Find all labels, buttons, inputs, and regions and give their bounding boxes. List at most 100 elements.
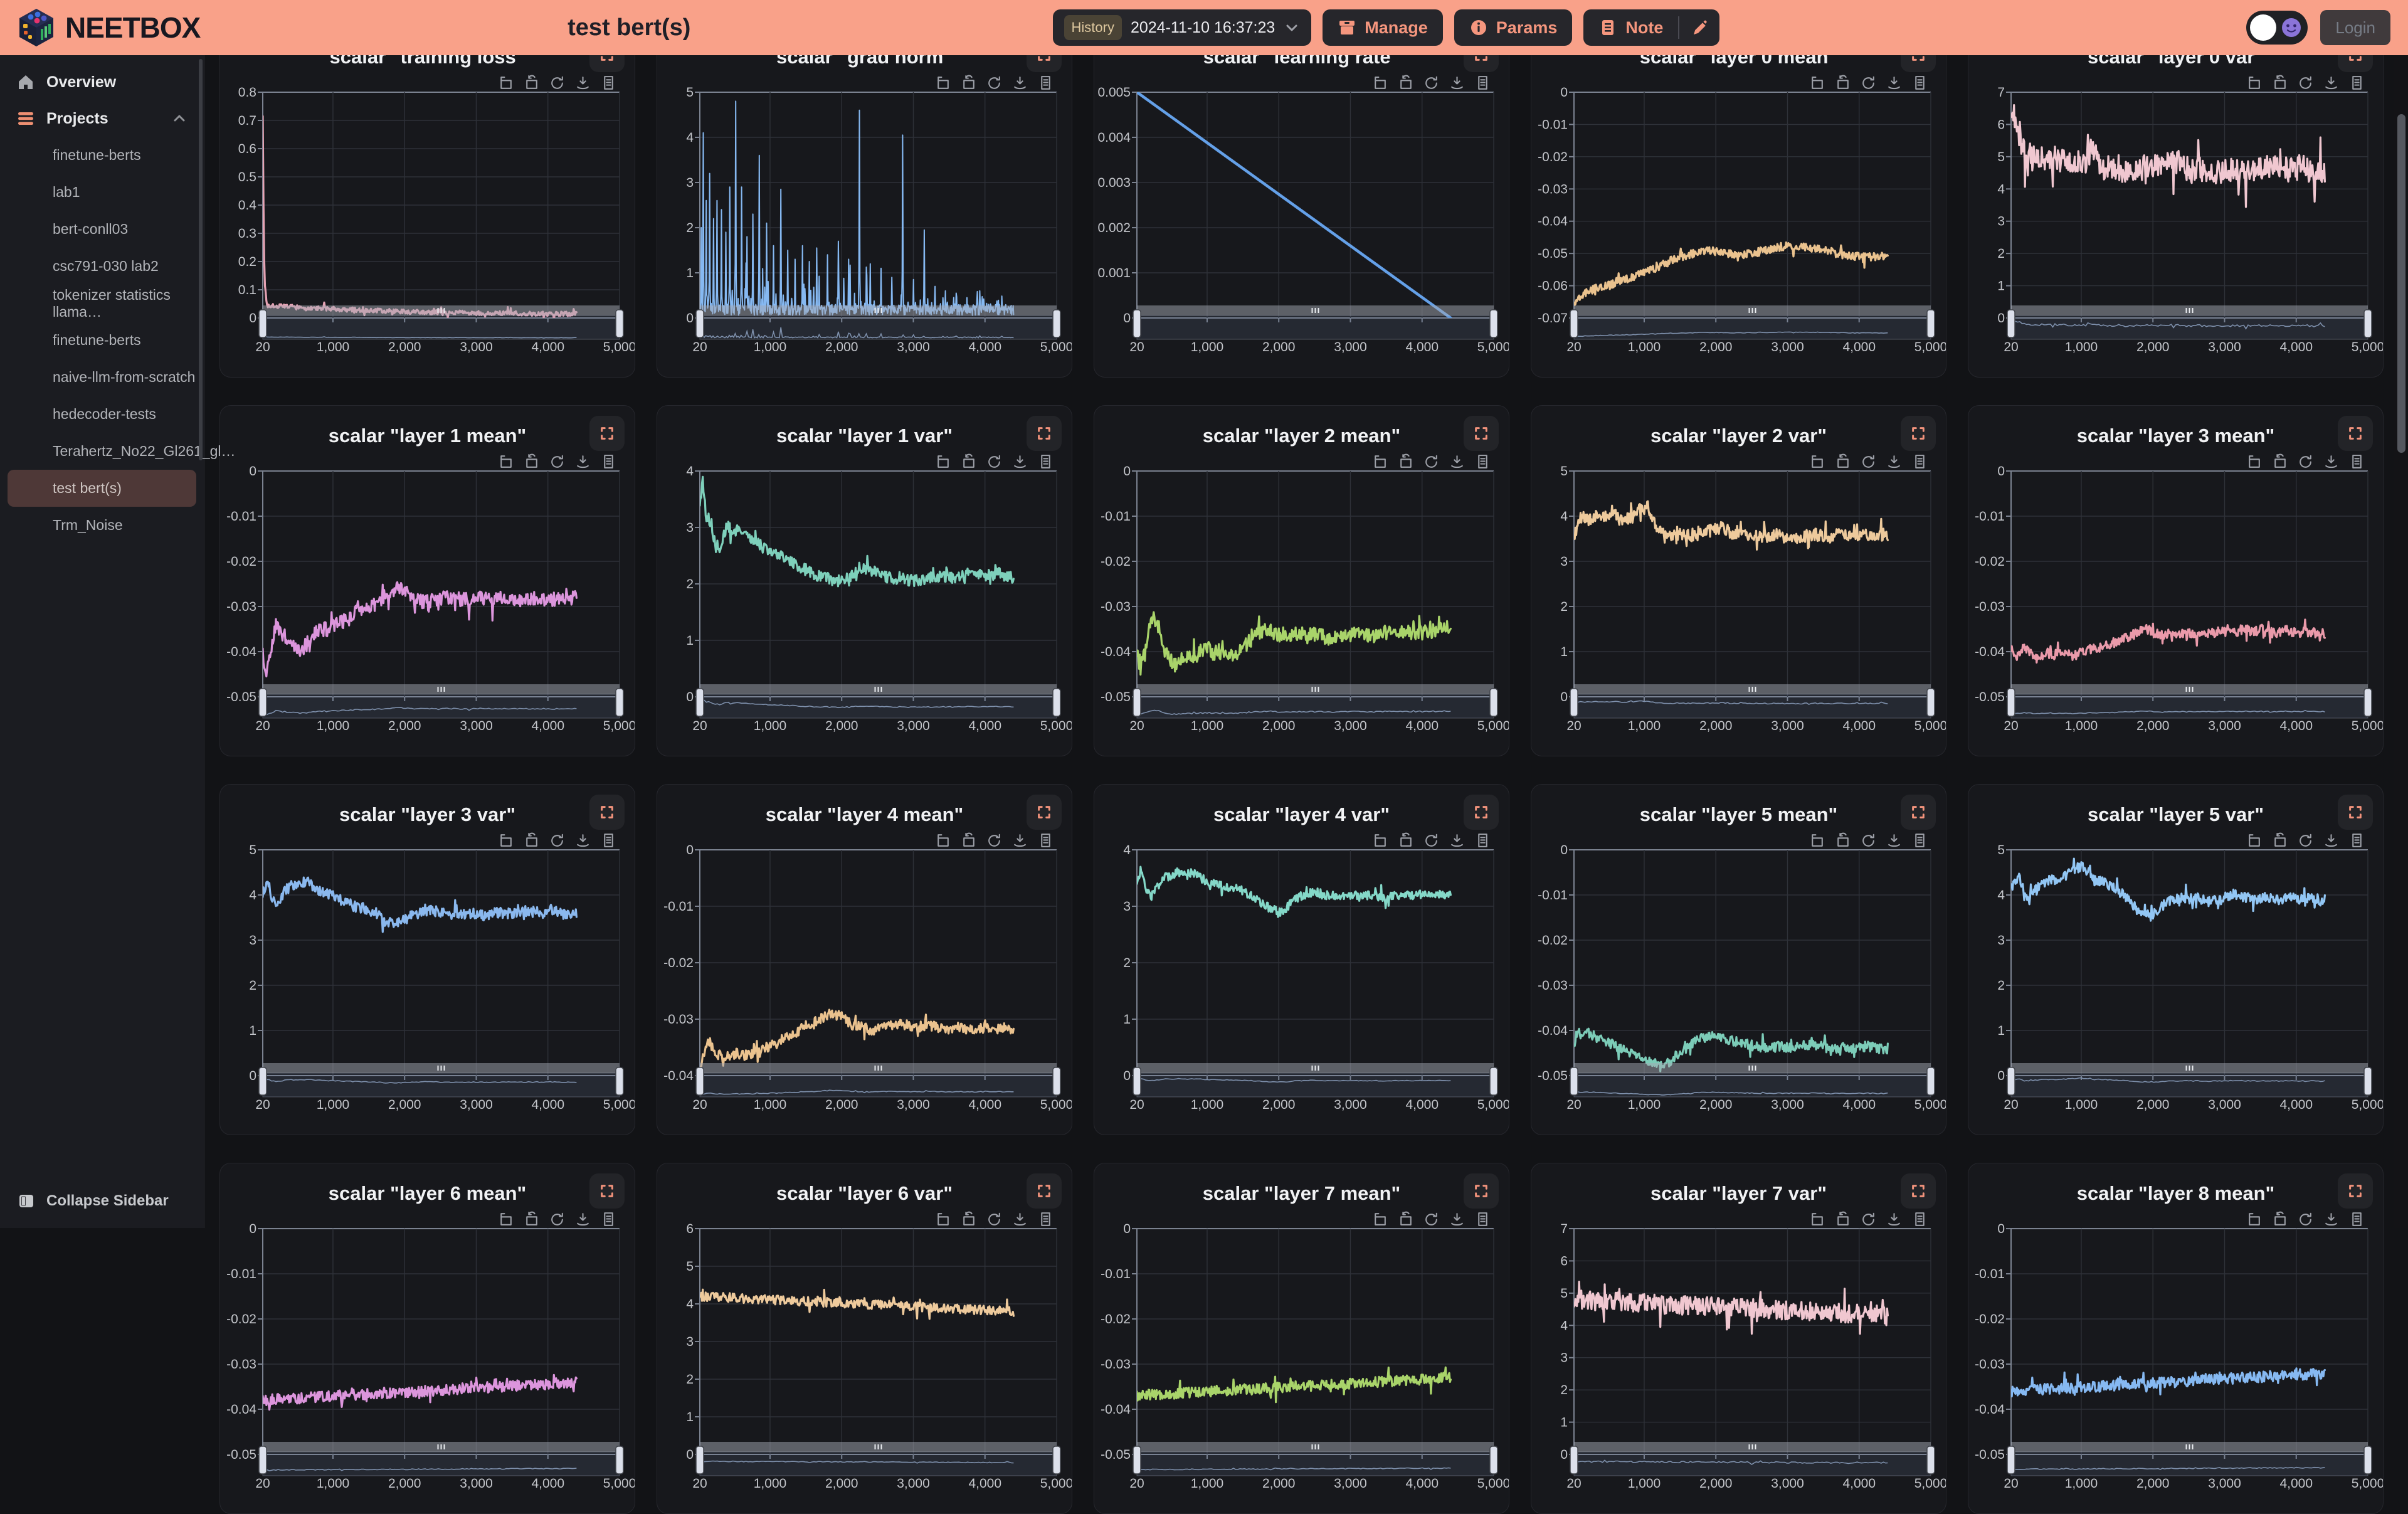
restore-icon[interactable] [986,75,1003,92]
zoom-reset-icon[interactable] [1834,1211,1851,1228]
data-view-icon[interactable] [1037,453,1054,470]
zoom-reset-icon[interactable] [1834,75,1851,92]
restore-icon[interactable] [549,75,566,92]
fullscreen-button[interactable] [1901,795,1936,830]
zoom-reset-icon[interactable] [2271,453,2288,470]
datazoom-handle[interactable] [616,689,623,716]
restore-icon[interactable] [549,832,566,849]
datazoom-handle[interactable] [2007,689,2015,716]
scrollbar-thumb[interactable] [2397,114,2405,453]
zoom-select-icon[interactable] [934,75,951,92]
datazoom-handle[interactable] [1053,1067,1060,1095]
edit-button[interactable] [1679,9,1719,46]
save-image-icon[interactable] [1886,1211,1903,1228]
datazoom-handle[interactable] [2364,689,2372,716]
sidebar-project-item[interactable]: finetune-berts [8,322,196,359]
zoom-reset-icon[interactable] [960,75,977,92]
zoom-select-icon[interactable] [1809,453,1825,470]
restore-icon[interactable] [2297,453,2314,470]
zoom-reset-icon[interactable] [523,75,540,92]
fullscreen-button[interactable] [1027,1173,1062,1209]
data-view-icon[interactable] [2348,1211,2365,1228]
data-view-icon[interactable] [1037,75,1054,92]
restore-icon[interactable] [1860,453,1877,470]
datazoom-handle[interactable] [259,1446,267,1474]
data-view-icon[interactable] [1474,453,1491,470]
zoom-select-icon[interactable] [934,1211,951,1228]
zoom-reset-icon[interactable] [1397,832,1414,849]
restore-icon[interactable] [1423,453,1440,470]
sidebar-project-item[interactable]: Terahertz_No22_Gl261_gl… [8,433,196,470]
zoom-select-icon[interactable] [497,75,514,92]
save-image-icon[interactable] [1449,1211,1465,1228]
fullscreen-button[interactable] [1027,416,1062,451]
data-view-icon[interactable] [2348,832,2365,849]
zoom-reset-icon[interactable] [960,1211,977,1228]
zoom-select-icon[interactable] [1809,75,1825,92]
data-view-icon[interactable] [1474,832,1491,849]
data-view-icon[interactable] [600,832,617,849]
sidebar-project-item[interactable]: test bert(s) [8,470,196,507]
login-button[interactable]: Login [2320,10,2390,45]
datazoom-handle[interactable] [1490,689,1497,716]
datazoom-handle[interactable] [1133,1446,1141,1474]
save-image-icon[interactable] [574,832,591,849]
save-image-icon[interactable] [574,75,591,92]
save-image-icon[interactable] [1449,453,1465,470]
datazoom-handle[interactable] [259,689,267,716]
datazoom-handle[interactable] [1570,310,1578,337]
datazoom-handle[interactable] [1570,1446,1578,1474]
data-view-icon[interactable] [1037,832,1054,849]
datazoom-handle[interactable] [1490,310,1497,337]
zoom-reset-icon[interactable] [1397,1211,1414,1228]
datazoom-handle[interactable] [616,310,623,337]
sidebar-scrollbar[interactable] [199,59,203,460]
datazoom-handle[interactable] [2364,310,2372,337]
data-view-icon[interactable] [600,75,617,92]
manage-button[interactable]: Manage [1323,9,1443,46]
zoom-reset-icon[interactable] [1834,832,1851,849]
zoom-reset-icon[interactable] [523,1211,540,1228]
sidebar-project-item[interactable]: csc791-030 lab2 [8,248,196,285]
restore-icon[interactable] [549,453,566,470]
fullscreen-button[interactable] [2338,795,2373,830]
datazoom-handle[interactable] [2007,1446,2015,1474]
save-image-icon[interactable] [574,1211,591,1228]
zoom-reset-icon[interactable] [960,453,977,470]
sidebar-project-item[interactable]: tokenizer statistics llama… [8,285,196,322]
datazoom-handle[interactable] [1133,689,1141,716]
sidebar-projects-header[interactable]: Projects [0,100,204,137]
restore-icon[interactable] [1423,832,1440,849]
zoom-reset-icon[interactable] [523,453,540,470]
zoom-select-icon[interactable] [2246,75,2263,92]
brand[interactable]: NEETBOX [18,8,206,48]
save-image-icon[interactable] [2323,1211,2340,1228]
save-image-icon[interactable] [1886,832,1903,849]
data-view-icon[interactable] [1474,1211,1491,1228]
data-view-icon[interactable] [1911,1211,1928,1228]
note-button[interactable]: Note [1583,9,1678,46]
zoom-select-icon[interactable] [497,832,514,849]
datazoom-handle[interactable] [696,689,704,716]
zoom-select-icon[interactable] [934,453,951,470]
sidebar-project-item[interactable]: bert-conll03 [8,211,196,248]
restore-icon[interactable] [1423,1211,1440,1228]
data-view-icon[interactable] [1474,75,1491,92]
save-image-icon[interactable] [1011,75,1028,92]
zoom-select-icon[interactable] [1371,75,1388,92]
save-image-icon[interactable] [1886,75,1903,92]
save-image-icon[interactable] [1886,453,1903,470]
datazoom-handle[interactable] [2007,310,2015,337]
restore-icon[interactable] [1860,1211,1877,1228]
fullscreen-button[interactable] [589,795,625,830]
zoom-select-icon[interactable] [497,1211,514,1228]
zoom-reset-icon[interactable] [523,832,540,849]
restore-icon[interactable] [986,453,1003,470]
restore-icon[interactable] [986,1211,1003,1228]
fullscreen-button[interactable] [589,416,625,451]
zoom-reset-icon[interactable] [1397,75,1414,92]
save-image-icon[interactable] [1011,1211,1028,1228]
datazoom-handle[interactable] [1927,1067,1935,1095]
fullscreen-button[interactable] [2338,416,2373,451]
sidebar-project-item[interactable]: Trm_Noise [8,507,196,544]
